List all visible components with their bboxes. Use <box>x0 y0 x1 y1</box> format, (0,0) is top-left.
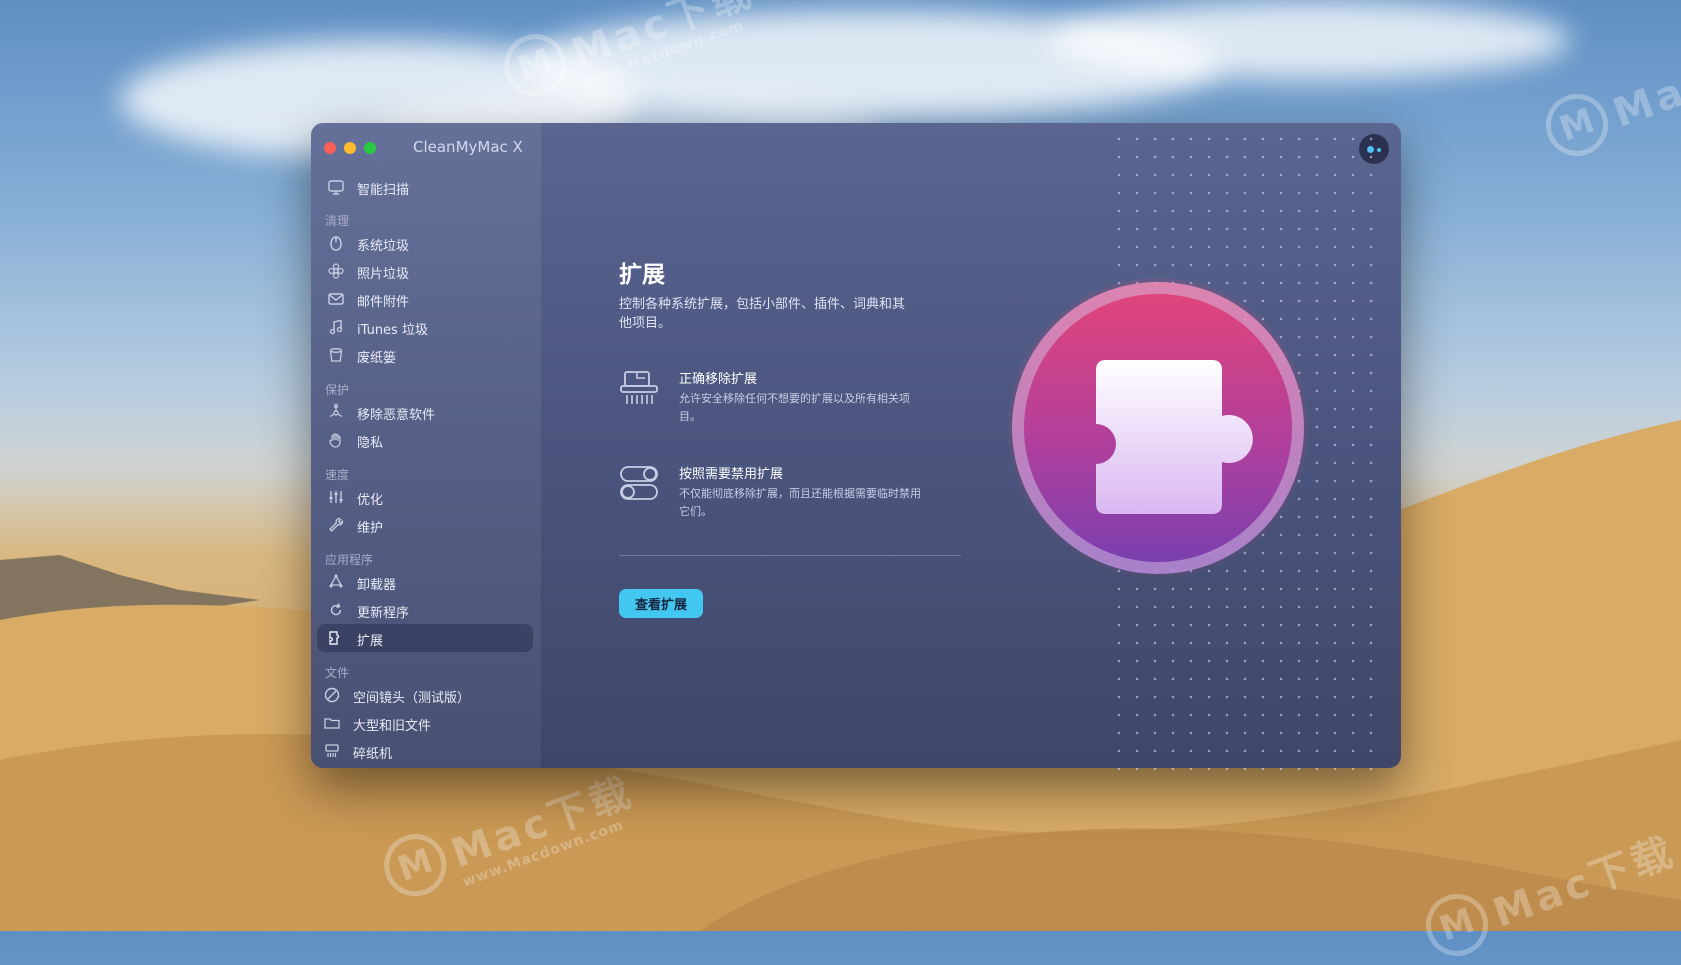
monitor-scan-icon <box>327 178 345 196</box>
minimize-button[interactable] <box>344 142 356 154</box>
shredder-icon <box>323 742 341 760</box>
sidebar-item-photo-junk[interactable]: 照片垃圾 <box>317 257 533 285</box>
app-title: CleanMyMac X <box>413 138 523 156</box>
feature-description: 不仅能彻底移除扩展，而且还能根据需要临时禁用它们。 <box>679 487 921 518</box>
hand-icon <box>327 431 345 449</box>
sidebar-item-label: 维护 <box>357 521 384 536</box>
content-divider <box>619 555 961 556</box>
close-button[interactable] <box>324 142 336 154</box>
view-extensions-button[interactable]: 查看扩展 <box>619 589 703 618</box>
sidebar-item-label: 照片垃圾 <box>357 267 410 282</box>
sidebar-item-optimization[interactable]: 优化 <box>317 483 533 511</box>
sidebar-item-system-junk[interactable]: 系统垃圾 <box>317 229 533 257</box>
sidebar-item-label: 系统垃圾 <box>357 239 410 254</box>
sidebar-item-label: 隐私 <box>357 436 384 451</box>
sidebar-item-label: 移除恶意软件 <box>357 408 436 423</box>
flower-icon <box>327 262 345 280</box>
sidebar-item-uninstaller[interactable]: 卸载器 <box>317 568 533 596</box>
update-arrow-icon <box>327 601 345 619</box>
sidebar-item-updater[interactable]: 更新程序 <box>317 596 533 624</box>
sidebar-item-label: 智能扫描 <box>357 183 410 198</box>
sidebar-item-label: 废纸篓 <box>357 351 397 366</box>
sidebar-item-space-lens[interactable]: 空间镜头（测试版） <box>317 681 533 709</box>
system-junk-icon <box>327 234 345 252</box>
trash-bin-icon <box>327 346 345 364</box>
sidebar-item-extensions[interactable]: 扩展 <box>317 624 533 652</box>
sliders-icon <box>327 488 345 506</box>
sidebar-item-malware-removal[interactable]: 移除恶意软件 <box>317 398 533 426</box>
feature-description: 允许安全移除任何不想要的扩展以及所有相关项目。 <box>679 392 910 423</box>
section-header-cleanup: 清理 <box>325 214 350 228</box>
sidebar-item-label: 更新程序 <box>357 606 410 621</box>
envelope-icon <box>327 290 345 308</box>
toggle-switches-icon <box>619 463 661 505</box>
sidebar-item-label: 卸载器 <box>357 578 397 593</box>
sidebar-item-label: 碎纸机 <box>353 747 393 762</box>
folder-icon <box>323 714 341 732</box>
feature-title: 按照需要禁用扩展 <box>679 467 784 482</box>
sidebar-item-label: 空间镜头（测试版） <box>353 691 471 706</box>
puzzle-piece-icon <box>1008 278 1308 578</box>
section-header-files: 文件 <box>325 666 350 680</box>
uninstaller-icon <box>327 573 345 591</box>
sidebar-item-trash-bins[interactable]: 废纸篓 <box>317 341 533 369</box>
space-lens-icon <box>323 686 341 704</box>
sidebar-item-label: 优化 <box>357 493 384 508</box>
music-note-icon <box>327 318 345 336</box>
zoom-button[interactable] <box>364 142 376 154</box>
section-header-protection: 保护 <box>325 383 350 397</box>
biohazard-icon <box>327 403 345 421</box>
sidebar-item-label: iTunes 垃圾 <box>357 323 428 338</box>
sidebar-item-shredder[interactable]: 碎纸机 <box>317 737 533 765</box>
page-title: 扩展 <box>619 262 665 288</box>
page-description: 控制各种系统扩展，包括小部件、插件、词典和其他项目。 <box>619 297 906 331</box>
sidebar-item-label: 大型和旧文件 <box>353 719 432 734</box>
wrench-icon <box>327 516 345 534</box>
sidebar-item-itunes-junk[interactable]: iTunes 垃圾 <box>317 313 533 341</box>
sidebar-item-maintenance[interactable]: 维护 <box>317 511 533 539</box>
sidebar-item-large-old-files[interactable]: 大型和旧文件 <box>317 709 533 737</box>
section-header-speed: 速度 <box>325 468 350 482</box>
feature-title: 正确移除扩展 <box>679 372 758 387</box>
sidebar-item-label: 扩展 <box>357 634 384 649</box>
sidebar-item-privacy[interactable]: 隐私 <box>317 426 533 454</box>
shredder-icon <box>619 368 661 410</box>
sidebar-item-smart-scan[interactable]: 智能扫描 <box>317 173 533 201</box>
extensions-icon <box>327 629 345 647</box>
sidebar-item-mail-attachments[interactable]: 邮件附件 <box>317 285 533 313</box>
sidebar-item-label: 邮件附件 <box>357 295 410 310</box>
section-header-applications: 应用程序 <box>325 553 374 567</box>
